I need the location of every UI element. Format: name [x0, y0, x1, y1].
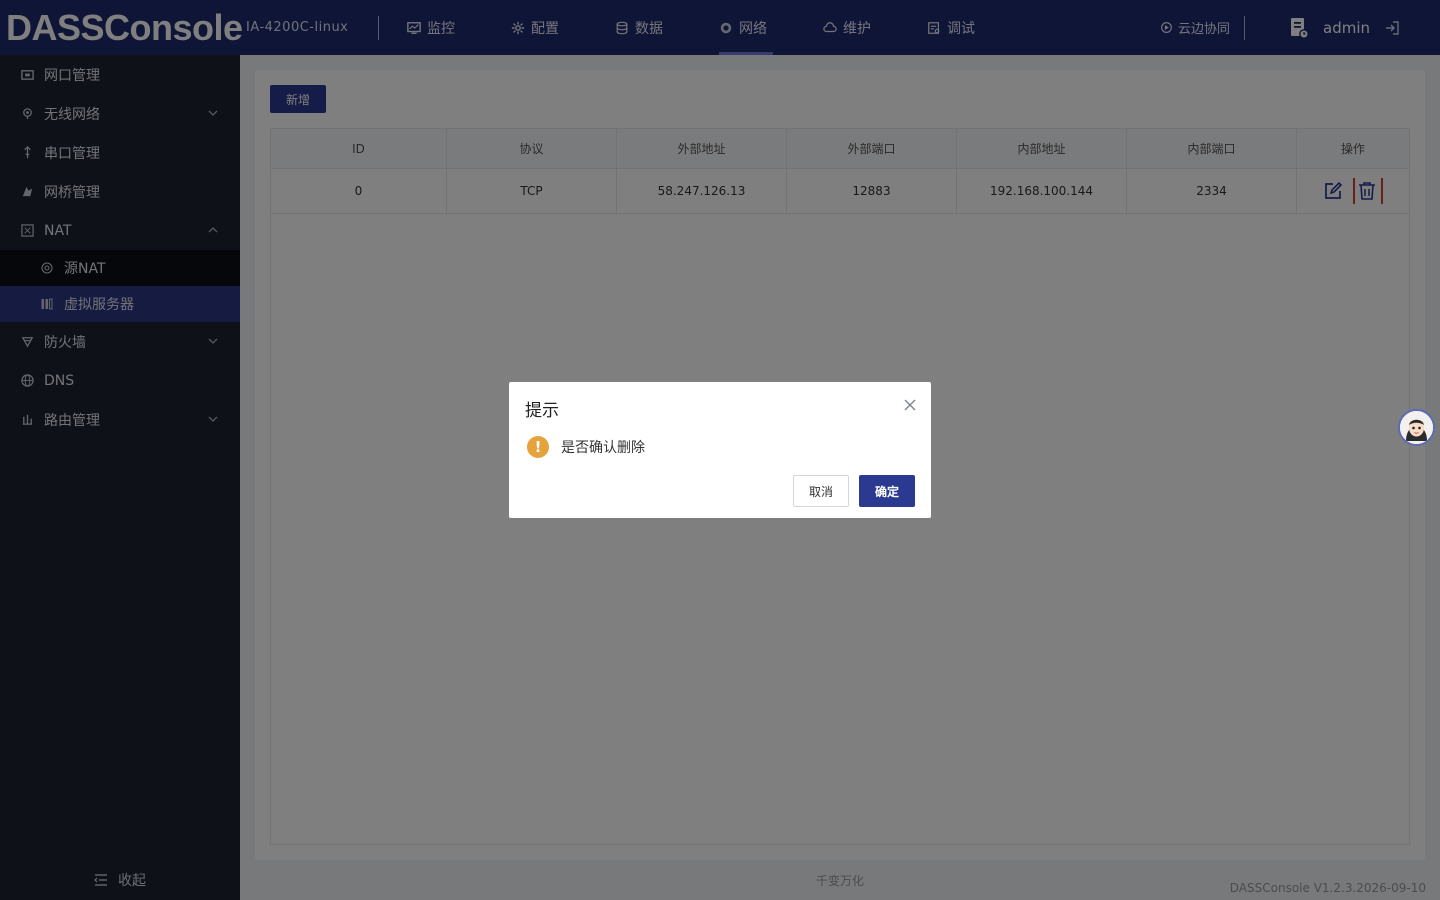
- cancel-button[interactable]: 取消: [793, 475, 849, 507]
- dialog-message: 是否确认删除: [561, 440, 645, 456]
- close-icon[interactable]: [903, 398, 917, 412]
- assistant-avatar[interactable]: [1398, 409, 1435, 446]
- confirm-dialog: 提示 ! 是否确认删除 取消 确定: [509, 382, 931, 518]
- confirm-button[interactable]: 确定: [859, 475, 915, 507]
- dialog-body: ! 是否确认删除: [527, 436, 645, 458]
- warning-icon: !: [527, 436, 549, 458]
- dialog-title: 提示: [525, 401, 559, 421]
